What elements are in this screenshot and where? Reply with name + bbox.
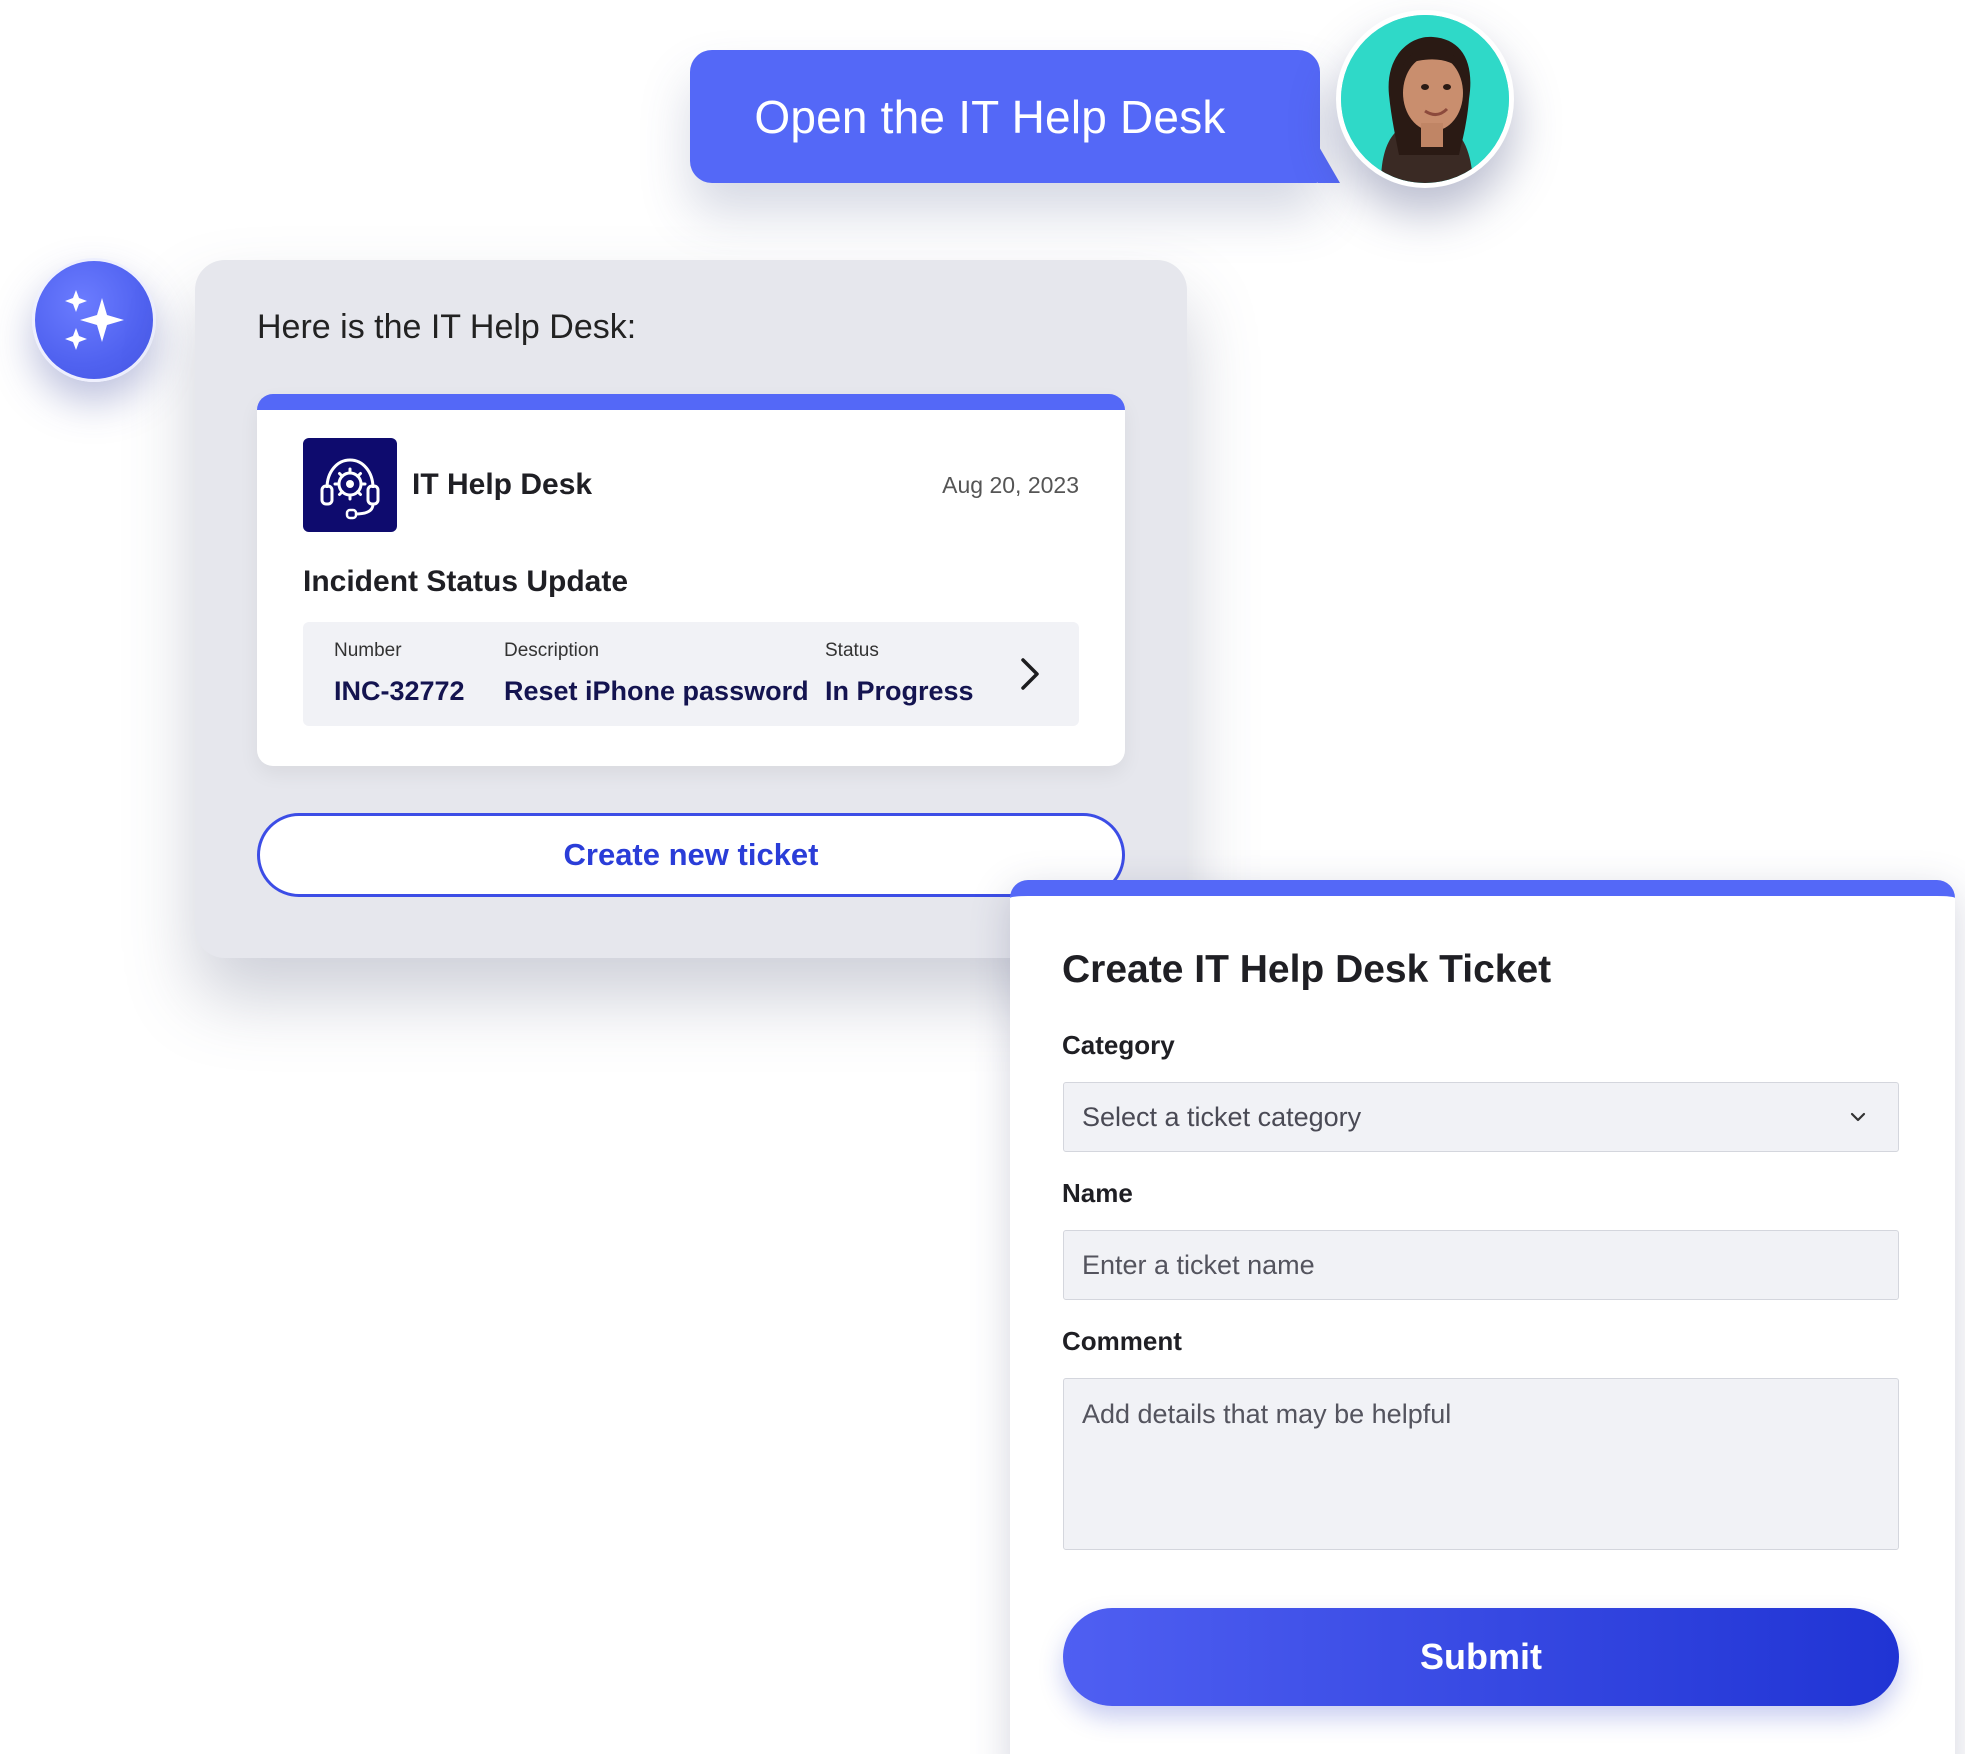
app-logo [303,438,397,532]
assistant-badge [32,258,156,382]
category-label: Category [1062,1030,1175,1060]
user-message-bubble: Open the IT Help Desk [690,50,1340,183]
card-date: Aug 20, 2023 [942,472,1079,498]
incident-row[interactable]: Number INC-32772 Description Reset iPhon… [303,622,1079,726]
number-value: INC-32772 [334,676,465,706]
description-label: Description [504,640,600,661]
chevron-down-icon [1850,1112,1866,1122]
user-message-text: Open the IT Help Desk [754,90,1226,143]
incident-description-column: Description Reset iPhone password [504,640,809,707]
user-avatar [1336,10,1514,188]
submit-button[interactable]: Submit [1063,1608,1899,1706]
status-label: Status [825,640,879,661]
bubble-tail [1318,145,1340,183]
create-ticket-form: Create IT Help Desk Ticket Category Sele… [1010,880,1955,1754]
card-heading: Incident Status Update [303,565,629,598]
assistant-intro-text: Here is the IT Help Desk: [257,308,637,346]
sparkles-icon [65,290,124,350]
user-portrait-icon [1341,15,1509,183]
chevron-right-icon[interactable] [1019,656,1041,692]
assistant-message-panel: Here is the IT Help Desk: IT Help Desk A… [195,260,1187,958]
ticket-name-input[interactable] [1063,1230,1899,1300]
help-desk-card: IT Help Desk Aug 20, 2023 Incident Statu… [257,394,1125,766]
create-new-ticket-button[interactable]: Create new ticket [257,813,1125,897]
incident-number-column: Number INC-32772 [334,640,465,707]
status-value: In Progress [825,676,974,706]
number-label: Number [334,640,402,661]
chat-canvas: Open the IT Help Desk Here is the IT Hel… [0,0,1965,1754]
category-select[interactable]: Select a ticket category [1063,1082,1899,1152]
name-label: Name [1062,1178,1133,1208]
comment-textarea[interactable] [1063,1378,1899,1550]
category-placeholder: Select a ticket category [1082,1101,1362,1132]
description-value: Reset iPhone password [504,676,809,706]
comment-label: Comment [1062,1326,1182,1356]
headset-gear-icon [320,458,380,520]
form-title: Create IT Help Desk Ticket [1062,948,1552,991]
app-name: IT Help Desk [412,468,593,501]
incident-status-column: Status In Progress [825,640,974,707]
